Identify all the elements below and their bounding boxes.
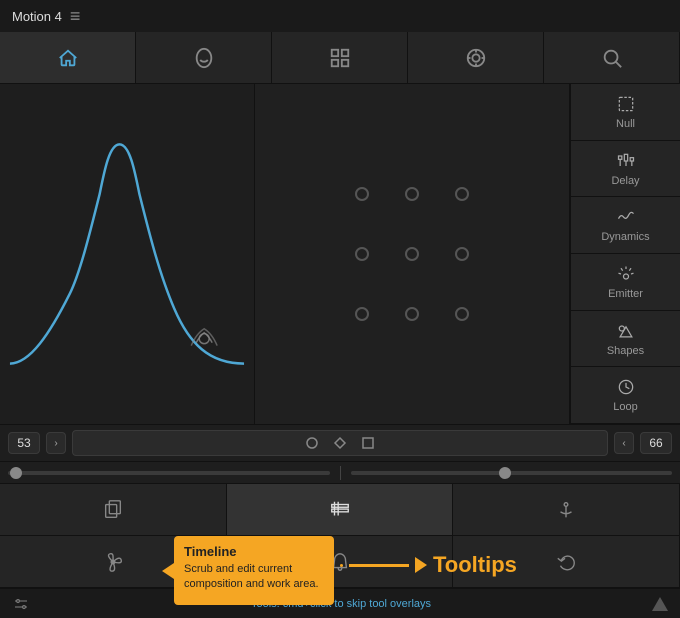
right-value[interactable]: 66 <box>640 432 672 454</box>
tooltip-title: Timeline <box>184 544 324 559</box>
delay-label: Delay <box>611 175 639 187</box>
sidebar-item-dynamics[interactable]: Dynamics <box>571 197 680 254</box>
dot-grid <box>337 164 487 344</box>
waveform-svg <box>0 84 254 424</box>
search-icon <box>601 47 623 69</box>
tooltip-box: Timeline Scrub and edit current composit… <box>174 536 334 605</box>
slider-right-thumb[interactable] <box>499 467 511 479</box>
home-icon <box>57 47 79 69</box>
dot-1-1 <box>355 187 369 201</box>
dot-1-2 <box>405 187 419 201</box>
triangle-icon <box>652 597 668 611</box>
emitter-label: Emitter <box>608 288 643 300</box>
slider-left-thumb[interactable] <box>10 467 22 479</box>
null-label: Null <box>616 118 635 130</box>
copy-icon <box>102 499 124 521</box>
menu-icon[interactable]: ≡ <box>70 6 81 27</box>
arrow-dot <box>340 564 343 567</box>
dot-3-2 <box>405 307 419 321</box>
tooltips-label: Tooltips <box>433 552 517 578</box>
sliders-icon <box>12 595 30 613</box>
dynamics-icon <box>616 207 636 227</box>
dot-2-2 <box>405 247 419 261</box>
shape-controls <box>72 430 608 456</box>
sidebar-item-loop[interactable]: Loop <box>571 367 680 424</box>
status-bar: Tools: cmd+click to skip tool overlays <box>0 588 680 618</box>
dot-2-1 <box>355 247 369 261</box>
slider-bar <box>0 462 680 484</box>
shapes-label: Shapes <box>607 345 644 357</box>
arrow-shaft <box>349 564 409 567</box>
tooltip-description: Scrub and edit current composition and w… <box>184 562 324 593</box>
shapes-icon <box>616 321 636 341</box>
anchor-icon <box>555 499 577 521</box>
dot-3-3 <box>455 307 469 321</box>
sidebar-item-null[interactable]: Null <box>571 84 680 141</box>
circle-shape-btn[interactable] <box>305 436 319 450</box>
arrow-head <box>415 557 427 573</box>
controls-bar: 53 › ‹ 66 <box>0 424 680 462</box>
tooltip-arrow-left <box>162 563 174 579</box>
chevron-right[interactable]: › <box>46 432 66 454</box>
app-title: Motion 4 <box>12 9 62 24</box>
delay-icon <box>616 151 636 171</box>
dot-grid-area <box>255 84 570 424</box>
dynamics-label: Dynamics <box>601 231 649 243</box>
slider-left[interactable] <box>8 471 330 475</box>
sidebar-item-delay[interactable]: Delay <box>571 141 680 198</box>
null-icon <box>616 94 636 114</box>
timeline-icon <box>329 499 351 521</box>
tab-target[interactable] <box>408 32 544 83</box>
status-left <box>12 595 30 613</box>
anchor-tool-btn[interactable] <box>453 484 680 535</box>
square-shape-btn[interactable] <box>361 436 375 450</box>
right-sidebar: Null Delay Dynamics <box>570 84 680 424</box>
slider-divider <box>340 466 341 480</box>
tab-search[interactable] <box>544 32 680 83</box>
dot-1-3 <box>455 187 469 201</box>
sidebar-item-shapes[interactable]: Shapes <box>571 311 680 368</box>
grid-icon <box>329 47 351 69</box>
main-content: Null Delay Dynamics <box>0 84 680 424</box>
sidebar-item-emitter[interactable]: Emitter <box>571 254 680 311</box>
tab-grid[interactable] <box>272 32 408 83</box>
toolbar-row-1: Timeline Scrub and edit current composit… <box>0 484 680 536</box>
fan-icon <box>102 551 124 573</box>
undo-icon <box>555 551 577 573</box>
canvas-area <box>0 84 255 424</box>
left-value[interactable]: 53 <box>8 432 40 454</box>
diamond-shape-btn[interactable] <box>333 436 347 450</box>
dot-2-3 <box>455 247 469 261</box>
title-bar: Motion 4 ≡ <box>0 0 680 32</box>
target-icon <box>465 47 487 69</box>
tab-mask[interactable] <box>136 32 272 83</box>
tooltip-arrow-container: Tooltips <box>340 552 517 578</box>
loop-icon <box>616 377 636 397</box>
emitter-icon <box>616 264 636 284</box>
slider-right[interactable] <box>351 471 673 475</box>
copy-tool-btn[interactable] <box>0 484 227 535</box>
timeline-tool-btn[interactable] <box>227 484 454 535</box>
status-after: to skip tool overlays <box>331 598 431 610</box>
tab-bar <box>0 32 680 84</box>
loop-label: Loop <box>613 401 637 413</box>
tab-home[interactable] <box>0 32 136 83</box>
dot-3-1 <box>355 307 369 321</box>
mask-icon <box>193 47 215 69</box>
chevron-left[interactable]: ‹ <box>614 432 634 454</box>
